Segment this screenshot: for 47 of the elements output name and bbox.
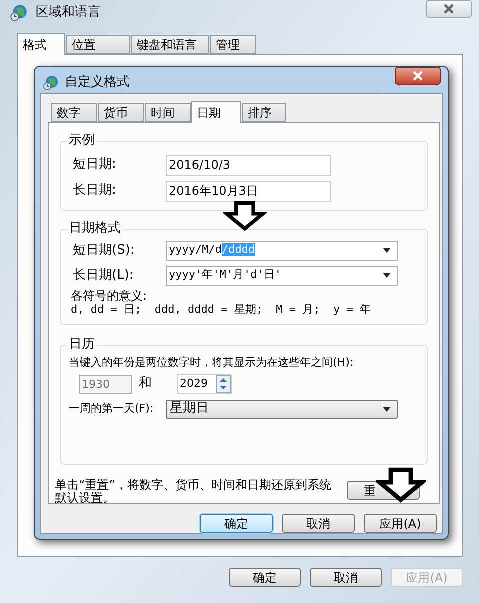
dialog-button[interactable]: 应用(A) [364, 514, 437, 533]
dropdown-arrow-icon [383, 273, 391, 278]
reset-hint: 单击“重置”，将数字、货币、时间和日期还原到系统默认设置。 [55, 479, 332, 505]
tab[interactable]: 货币 [98, 103, 144, 122]
dialog-button[interactable]: 确定 [200, 514, 273, 533]
dropdown-arrow-icon [383, 248, 391, 253]
spin-arrows-icon [216, 375, 231, 393]
field-label: 一周的第一天(F): [68, 400, 155, 417]
down-arrow-icon [223, 201, 267, 231]
tab[interactable]: 键盘和语言 [131, 35, 209, 54]
tab[interactable]: 数字 [51, 103, 97, 122]
field-label: 长日期(L): [72, 266, 135, 285]
dialog-button[interactable]: 取消 [310, 568, 382, 587]
legend-title: 各符号的意义: [70, 290, 148, 303]
year-spinner[interactable]: 2029 [177, 374, 232, 394]
tab[interactable]: 排序 [242, 103, 286, 122]
combo-value: yyyy'年'M'月'd'日' [169, 267, 282, 284]
close-button[interactable] [395, 67, 441, 85]
first-day-combo[interactable]: 星期日 [166, 400, 398, 418]
window-title: 区域和语言 [36, 4, 101, 22]
format-combo[interactable]: yyyy'年'M'月'd'日' [166, 266, 398, 286]
tab[interactable]: 时间 [145, 103, 191, 122]
sample-field: 2016/10/3 [166, 154, 331, 176]
close-icon [412, 71, 424, 81]
tab[interactable]: 位置 [66, 35, 130, 54]
globe-icon [10, 4, 28, 22]
field-label: 短日期: [72, 156, 118, 174]
combo-value: 星期日 [170, 400, 210, 418]
close-icon [443, 4, 455, 14]
dropdown-arrow-icon [383, 406, 391, 412]
sample-field: 2016年10月3日 [166, 180, 331, 202]
tab[interactable]: 日期 [191, 101, 241, 123]
calendar-prompt: 当键入的年份是两位数字时，将其显示为在这些年之间(H): [68, 355, 355, 371]
globe-icon [43, 75, 59, 91]
format-combo[interactable]: yyyy/M/d/dddd [166, 240, 398, 260]
spinner-value: 2029 [179, 376, 209, 392]
field-label: 长日期: [72, 182, 118, 200]
and-label: 和 [139, 375, 153, 394]
dialog-title: 自定义格式 [65, 74, 130, 92]
dialog-button[interactable]: 确定 [229, 568, 301, 587]
close-button[interactable] [426, 0, 472, 18]
combo-value: yyyy/M/d/dddd [169, 242, 256, 258]
tab[interactable]: 格式 [17, 33, 65, 55]
legend-text: d, dd = 日; ddd, dddd = 星期; M = 月; y = 年 [70, 303, 372, 316]
dialog-button[interactable]: 取消 [282, 514, 355, 533]
tab[interactable]: 管理 [210, 35, 256, 54]
field-label: 短日期(S): [72, 242, 136, 260]
